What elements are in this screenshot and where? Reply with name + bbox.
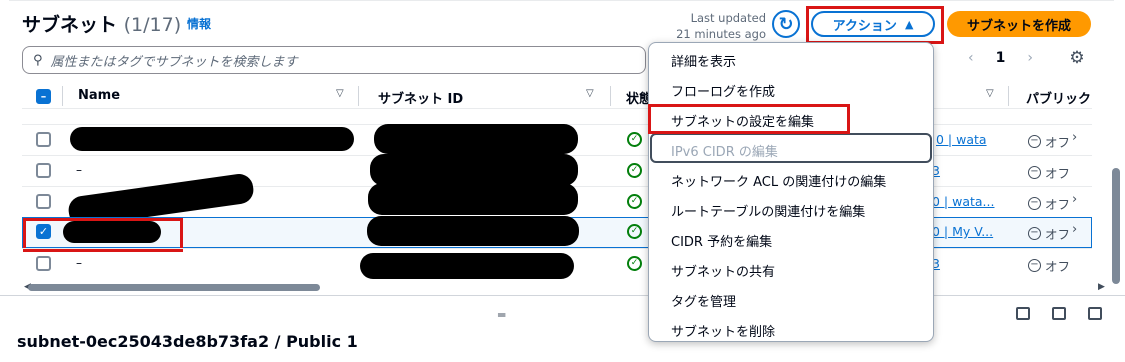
public-ip-status: − オフ <box>1028 163 1070 182</box>
pane-side-icon[interactable] <box>1052 307 1066 320</box>
menu-item-share-subnet[interactable]: サブネットの共有 <box>671 261 775 280</box>
subnets-page: サブネット (1/17) 情報 Last updated 21 minutes … <box>0 0 1125 362</box>
row-name: – <box>76 256 82 270</box>
status-available-icon: ✓ <box>627 194 642 209</box>
edit-settings-highlight <box>648 104 850 134</box>
pane-bottom-icon[interactable] <box>1016 307 1030 320</box>
off-icon: − <box>1028 166 1041 179</box>
status-available-icon: ✓ <box>627 132 642 147</box>
off-icon: − <box>1028 227 1041 240</box>
public-ip-status: − オフ <box>1028 256 1070 275</box>
actions-menu: 詳細を表示 フローログを作成 サブネットの設定を編集 IPv6 CIDR の編集… <box>648 42 934 342</box>
column-subnet-id[interactable]: サブネット ID <box>378 88 463 107</box>
menu-item-delete-subnet[interactable]: サブネットを削除 <box>671 321 775 340</box>
detail-title: subnet-0ec25043de8b73fa2 / Public 1 <box>17 332 358 351</box>
page-title: サブネット (1/17) <box>22 14 182 36</box>
prev-page-button[interactable]: ‹ <box>968 50 974 66</box>
menu-item-edit-ipv6-cidr: IPv6 CIDR の編集 <box>671 145 778 160</box>
menu-item-manage-tags[interactable]: タグを管理 <box>671 291 736 310</box>
public-ip-status: − オフ <box>1028 224 1070 243</box>
search-placeholder: 属性またはタグでサブネットを検索します <box>50 54 298 70</box>
sort-icon[interactable]: ▽ <box>336 88 344 99</box>
off-icon: − <box>1028 135 1041 148</box>
menu-item-create-flow-log[interactable]: フローログを作成 <box>671 81 775 100</box>
pagination: ‹ 1 › <box>968 50 1033 66</box>
vpc-link[interactable]: 0 | My V... <box>932 224 993 239</box>
public-ip-status: − オフ <box>1028 194 1070 213</box>
menu-item-edit-network-acl[interactable]: ネットワーク ACL の関連付けの編集 <box>671 171 886 190</box>
next-page-button[interactable]: › <box>1027 50 1033 66</box>
create-subnet-button[interactable]: サブネットを作成 <box>947 11 1091 37</box>
vpc-link[interactable]: 0 | wata <box>936 132 987 147</box>
vpc-link[interactable]: 0 | wata... <box>932 194 994 209</box>
row-checkbox[interactable] <box>36 256 51 271</box>
status-available-icon: ✓ <box>627 163 642 178</box>
row-checkbox[interactable] <box>36 194 51 209</box>
menu-item-edit-cidr-reservations[interactable]: CIDR 予約を編集 <box>671 231 772 250</box>
expand-icon[interactable]: › <box>1072 222 1077 237</box>
row-checkbox[interactable] <box>36 163 51 178</box>
sort-icon[interactable]: ▽ <box>986 88 994 99</box>
horizontal-scrollbar[interactable] <box>28 284 320 291</box>
last-updated: Last updated 21 minutes ago <box>676 11 766 41</box>
current-page[interactable]: 1 <box>996 50 1006 66</box>
expand-icon[interactable]: › <box>1072 192 1077 207</box>
column-name[interactable]: Name <box>78 88 120 103</box>
status-available-icon: ✓ <box>627 256 642 271</box>
search-input[interactable]: ⚲ 属性またはタグでサブネットを検索します <box>22 46 646 74</box>
menu-item-edit-route-table[interactable]: ルートテーブルの関連付けを編集 <box>671 201 865 220</box>
search-icon: ⚲ <box>33 52 43 68</box>
vertical-scrollbar[interactable] <box>1112 168 1120 284</box>
actions-button-highlight <box>806 6 944 44</box>
gear-icon[interactable]: ⚙ <box>1066 48 1088 70</box>
refresh-icon[interactable]: ↻ <box>772 10 800 38</box>
split-divider <box>0 295 1125 296</box>
off-icon: − <box>1028 259 1041 272</box>
off-icon: − <box>1028 197 1041 210</box>
row-name: – <box>76 163 82 177</box>
resize-handle-icon[interactable]: ═ <box>498 308 505 322</box>
row-checkbox[interactable] <box>36 132 51 147</box>
select-all-checkbox[interactable]: – <box>36 89 51 104</box>
pane-full-icon[interactable] <box>1088 307 1102 320</box>
column-public[interactable]: パブリック <box>1026 88 1091 107</box>
status-available-icon: ✓ <box>627 224 642 239</box>
selected-row-highlight <box>23 218 183 252</box>
sort-icon[interactable]: ▽ <box>586 88 594 99</box>
expand-icon[interactable]: › <box>1072 130 1077 145</box>
public-ip-status: − オフ <box>1028 132 1070 151</box>
scroll-right-icon[interactable]: ▶ <box>1098 282 1105 292</box>
info-link[interactable]: 情報 <box>187 15 211 32</box>
menu-item-view-details[interactable]: 詳細を表示 <box>671 51 736 70</box>
